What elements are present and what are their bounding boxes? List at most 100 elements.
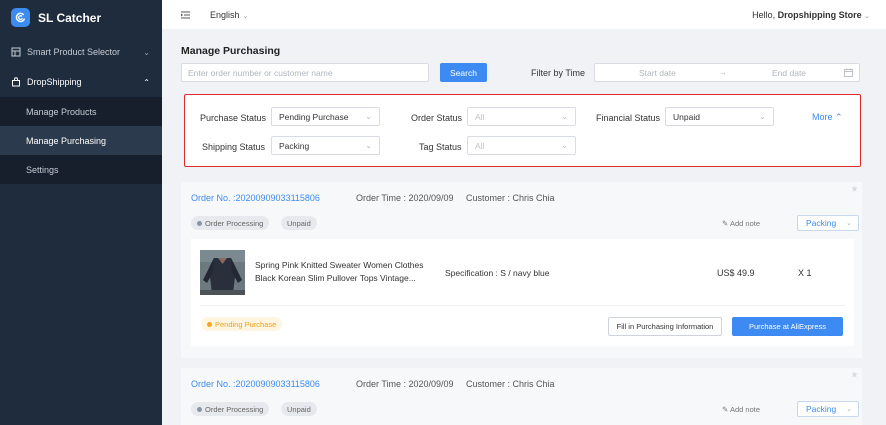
financial-status-select[interactable]: Unpaid ⌄ [665,107,774,126]
filter-panel: Purchase Status Pending Purchase ⌄ Order … [184,94,861,167]
purchase-at-aliexpress-button[interactable]: Purchase at AliExpress [732,317,843,336]
sidebar-item-label: Smart Product Selector [27,47,121,57]
search-button[interactable]: Search [440,63,487,82]
order-status-label: Order Status [411,113,463,123]
sl-catcher-logo-icon [11,8,30,27]
brand[interactable]: SL Catcher [0,0,162,35]
chevron-down-icon: ⌄ [846,220,852,227]
purchase-status-label: Purchase Status [200,113,267,123]
add-note-button[interactable]: ✎ Add note [722,219,760,228]
sidebar-item-label: DropShipping [27,77,82,87]
payment-status-badge: Unpaid [281,216,317,230]
order-number-link[interactable]: Order No. :20200909033115806 [191,193,320,203]
date-range-picker[interactable]: Start date → End date [594,63,860,82]
menu-toggle-icon[interactable] [181,11,190,19]
order-item: Spring Pink Knitted Sweater Women Clothe… [191,239,854,346]
chevron-up-icon: ⌃ [143,77,150,87]
star-icon[interactable] [851,185,858,192]
language-label: English [210,9,240,20]
add-note-button[interactable]: ✎ Add note [722,405,760,414]
order-status-badge: Order Processing [191,402,270,416]
shipping-status-dropdown-value: Packing [806,218,837,228]
more-filters-toggle[interactable]: More ⌃ [812,112,843,123]
payment-status-badge: Unpaid [281,402,317,416]
purchase-status-select[interactable]: Pending Purchase ⌄ [271,107,380,126]
customer-name: Customer : Chris Chia [466,379,555,389]
chevron-down-icon: ⌄ [365,112,372,121]
order-number-link[interactable]: Order No. :20200909033115806 [191,379,320,389]
sidebar-item-settings[interactable]: Settings [0,155,162,184]
order-status-badge-label: Order Processing [205,404,264,414]
shipping-status-value: Packing [279,140,310,151]
order-status-select[interactable]: All ⌄ [467,107,576,126]
sidebar-item-smart-product-selector[interactable]: Smart Product Selector ⌄ [0,37,162,67]
purchase-status-value: Pending Purchase [279,111,349,122]
order-status-badge-label: Order Processing [205,218,264,228]
order-time: Order Time : 2020/09/09 [356,193,454,203]
greeting: Hello, [752,9,776,20]
sidebar-item-manage-purchasing[interactable]: Manage Purchasing [0,126,162,155]
tag-status-value: All [475,140,485,151]
product-specification: Specification : S / navy blue [445,268,550,278]
customer-name: Customer : Chris Chia [466,193,555,203]
user-menu[interactable]: Hello, Dropshipping Store ⌄ [752,10,870,20]
order-card: Order No. :20200909033115806 Order Time … [181,182,862,358]
star-icon[interactable] [851,371,858,378]
chevron-down-icon: ⌄ [242,12,249,20]
brand-name: SL Catcher [38,10,102,25]
divider [200,305,845,306]
arrow-right-icon: → [719,68,727,77]
start-date-input[interactable]: Start date [639,68,676,78]
calendar-icon [844,68,853,77]
chevron-down-icon: ⌄ [143,47,150,57]
add-note-label: Add note [729,405,760,414]
financial-status-label: Financial Status [596,113,661,123]
sidebar-item-manage-products[interactable]: Manage Products [0,97,162,126]
product-quantity: X 1 [798,268,812,278]
status-dot-icon [197,406,202,412]
end-date-input[interactable]: End date [772,68,806,78]
shipping-status-dropdown[interactable]: Packing ⌄ [797,215,859,231]
order-card: Order No. :20200909033115806 Order Time … [181,368,862,425]
shipping-status-label: Shipping Status [202,142,266,152]
chevron-down-icon: ⌄ [561,112,568,121]
page-title: Manage Purchasing [181,45,281,57]
chevron-down-icon: ⌄ [846,406,852,413]
product-price: US$ 49.9 [717,268,755,278]
chevron-down-icon: ⌄ [365,141,372,150]
main-content: Manage Purchasing Search Filter by Time … [162,29,886,425]
edit-icon: ✎ [722,219,729,228]
sidebar-item-dropshipping[interactable]: DropShipping ⌃ [0,67,162,97]
chevron-down-icon: ⌄ [759,112,766,121]
grid-icon [11,47,21,57]
language-selector[interactable]: English ⌄ [210,10,248,20]
add-note-label: Add note [729,219,760,228]
topbar: English ⌄ Hello, Dropshipping Store ⌄ [162,0,886,29]
chevron-up-icon: ⌃ [835,112,843,122]
financial-status-value: Unpaid [673,111,700,122]
fill-purchasing-info-button[interactable]: Fill in Purchasing Information [608,317,722,336]
purchase-status-badge: Pending Purchase [201,317,283,331]
purchase-status-badge-label: Pending Purchase [215,319,277,329]
shipping-status-dropdown-value: Packing [806,404,837,414]
product-thumbnail[interactable] [200,250,245,295]
chevron-down-icon: ⌄ [864,12,870,20]
edit-icon: ✎ [722,405,729,414]
order-status-badge: Order Processing [191,216,270,230]
order-time: Order Time : 2020/09/09 [356,379,454,389]
sidebar: SL Catcher Smart Product Selector ⌄ Drop… [0,0,162,425]
product-title[interactable]: Spring Pink Knitted Sweater Women Clothe… [255,259,440,284]
status-dot-icon [207,321,212,327]
bag-icon [11,77,21,87]
search-input[interactable] [181,63,429,82]
shipping-status-select[interactable]: Packing ⌄ [271,136,380,155]
order-status-value: All [475,111,485,122]
status-dot-icon [197,220,202,226]
user-name: Dropshipping Store [777,9,862,20]
tag-status-select[interactable]: All ⌄ [467,136,576,155]
shipping-status-dropdown[interactable]: Packing ⌄ [797,401,859,417]
filter-by-time-label: Filter by Time [531,68,586,78]
more-label: More [812,112,833,122]
tag-status-label: Tag Status [419,142,462,152]
chevron-down-icon: ⌄ [561,141,568,150]
